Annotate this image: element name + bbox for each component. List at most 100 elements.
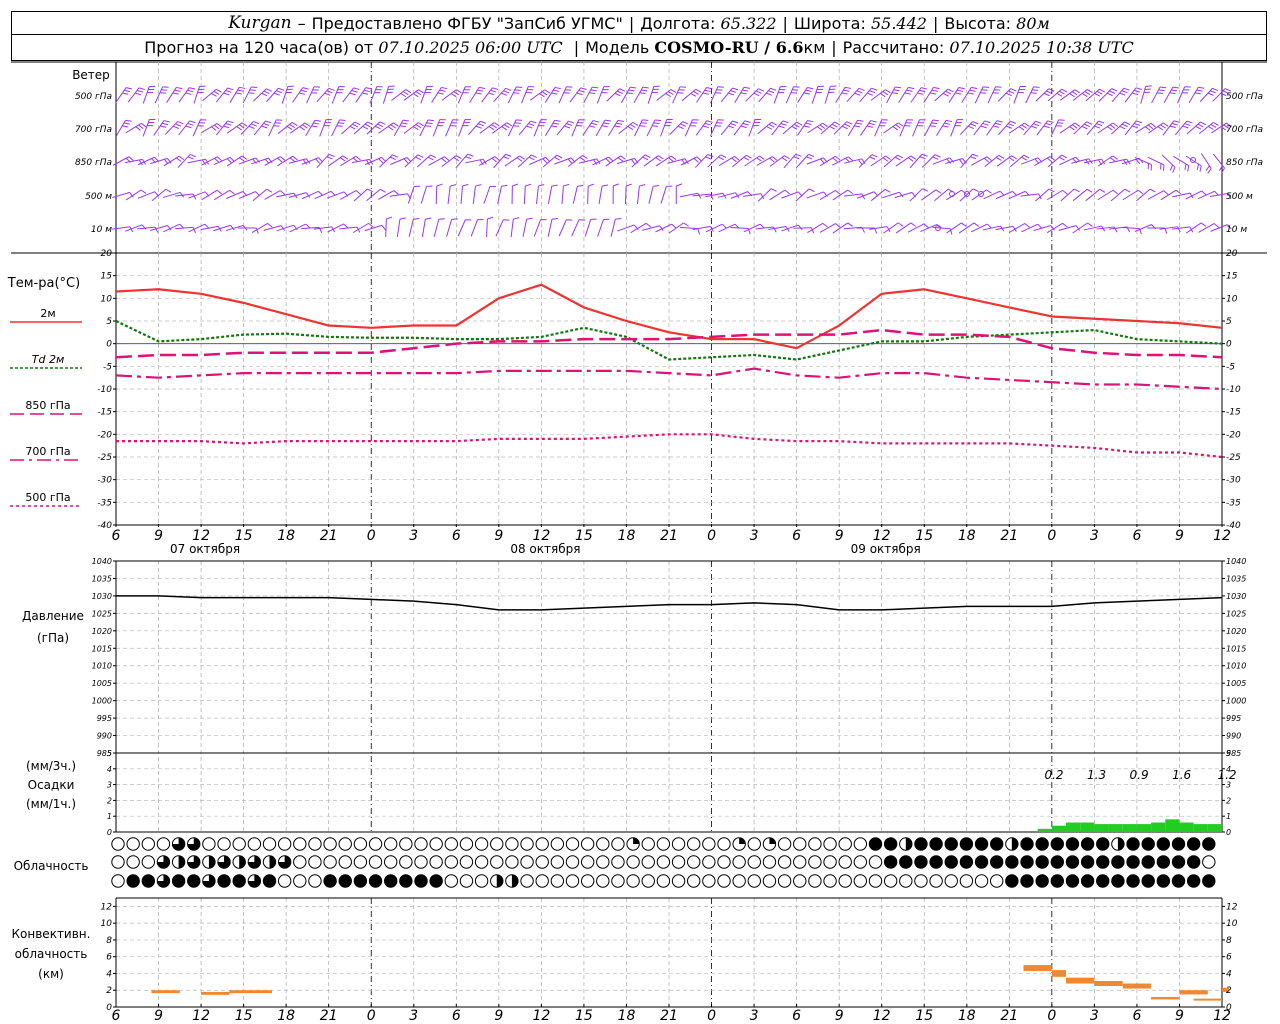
- wind-barb: [859, 87, 872, 103]
- wind-barb: [457, 219, 466, 237]
- wind-level-left: 10 м: [91, 225, 112, 235]
- wind-barb-feather: [967, 92, 974, 95]
- cloud-circle: [747, 837, 761, 851]
- wind-barb-feather: [1047, 120, 1054, 123]
- cloud-circle: [853, 855, 868, 869]
- wind-barb: [572, 186, 578, 204]
- wind-barb-feather: [488, 92, 495, 96]
- wind-barb-feather: [641, 89, 648, 92]
- wind-barb: [624, 185, 627, 205]
- wind-barb-feather: [175, 123, 182, 127]
- cloud-circle: [399, 874, 413, 888]
- wind-barb: [547, 219, 553, 237]
- wind-barb-feather: [273, 92, 280, 96]
- time-tick-temp: 0: [367, 528, 376, 544]
- wind-barb-feather: [266, 188, 273, 193]
- time-tick-temp: 21: [320, 528, 338, 544]
- wind-barb-feather: [969, 89, 976, 92]
- cloud-circle: [217, 837, 231, 851]
- wind-barb-feather: [229, 189, 235, 195]
- wind-barb-feather: [161, 122, 169, 126]
- wind-barb-feather: [619, 88, 626, 92]
- wind-barb-feather: [505, 87, 512, 91]
- wind-barb: [781, 191, 799, 199]
- wind-barb-feather: [427, 156, 434, 161]
- wind-barb-feather: [413, 217, 420, 220]
- wind-barb-feather: [178, 155, 185, 161]
- wind-barb-feather: [353, 87, 360, 91]
- wind-barb-feather: [841, 125, 848, 130]
- wind-barb-feather: [582, 155, 588, 160]
- wind-barb: [558, 219, 567, 237]
- wind-barb: [162, 191, 181, 199]
- wind-barb-feather: [516, 119, 523, 121]
- wind-barb-feather: [216, 123, 223, 128]
- wind-barb-feather: [430, 154, 437, 159]
- wind-barb-feather: [367, 188, 374, 193]
- cloud-circle: [777, 855, 792, 869]
- wind-barb: [819, 190, 836, 200]
- wind-barb-feather: [580, 87, 587, 90]
- wind-barb-feather: [1171, 89, 1178, 92]
- time-tick-temp: 9: [1175, 528, 1184, 544]
- wind-barb-feather: [718, 156, 724, 161]
- wind-barb-feather: [894, 156, 901, 161]
- wind-barb: [1059, 122, 1076, 134]
- cloud-circle: [671, 855, 686, 869]
- wind-barb: [1122, 189, 1139, 201]
- wind-barb: [720, 87, 733, 103]
- prec-ytick-left: 5: [107, 749, 112, 758]
- cloud-circle: [793, 874, 807, 888]
- wind-barb: [1124, 87, 1137, 103]
- time-tick-temp: 0: [707, 528, 716, 544]
- wind-barb-feather: [984, 120, 991, 124]
- wind-barb-feather: [1046, 90, 1053, 94]
- wind-barb-feather: [140, 122, 147, 128]
- cloud-sector: [633, 837, 640, 844]
- wind-barb-feather: [418, 122, 424, 127]
- prec-ytick-left: 0: [107, 828, 112, 837]
- prec-ytick-left: 4: [107, 765, 112, 774]
- wind-barb-feather: [248, 125, 255, 129]
- wind-barb: [319, 119, 327, 137]
- wind-barb-feather: [806, 156, 813, 160]
- wind-barb-feather: [542, 158, 548, 164]
- cloud-circle: [793, 855, 807, 869]
- wind-barb-feather: [614, 125, 621, 128]
- wind-barb-feather: [1159, 86, 1167, 89]
- precip-bar: [1179, 822, 1194, 832]
- wind-barb-feather: [707, 153, 714, 158]
- wind-barb: [1160, 189, 1177, 201]
- wind-barb-feather: [265, 120, 272, 124]
- wind-barb-feather: [401, 122, 408, 125]
- wind-barb-feather: [1109, 90, 1116, 94]
- wind-barb-feather: [393, 190, 399, 195]
- cloud-circle: [323, 837, 337, 851]
- wind-barb-feather: [980, 125, 987, 129]
- cloud-circle: [823, 837, 837, 851]
- pres-ytick-right: 1025: [1226, 609, 1246, 618]
- convective-bar: [1023, 965, 1052, 971]
- cloud-circle: [959, 855, 974, 869]
- cloud-circle: [171, 874, 186, 888]
- wind-barb: [544, 120, 556, 136]
- wind-barb: [112, 191, 130, 199]
- cloud-circle: [944, 874, 958, 888]
- wind-barb-feather: [216, 156, 223, 162]
- time-tick-conv: 6: [112, 1008, 121, 1024]
- wind-barb: [1172, 192, 1190, 198]
- time-tick-conv: 9: [835, 1008, 844, 1024]
- wind-barb-feather: [702, 92, 709, 95]
- cloud-circle: [838, 837, 852, 851]
- wind-barb: [1013, 86, 1021, 104]
- wind-barb: [547, 186, 553, 204]
- wind-barb-feather: [525, 183, 532, 187]
- cloud-circle: [914, 837, 928, 851]
- wind-barb-feather: [526, 217, 533, 220]
- wind-barb-feather: [1010, 88, 1017, 92]
- wind-barb-feather: [959, 159, 964, 165]
- wind-barb-feather: [1137, 189, 1144, 195]
- time-tick-conv: 18: [958, 1008, 976, 1024]
- wind-barb: [200, 225, 219, 231]
- cloud-sector: [511, 874, 519, 888]
